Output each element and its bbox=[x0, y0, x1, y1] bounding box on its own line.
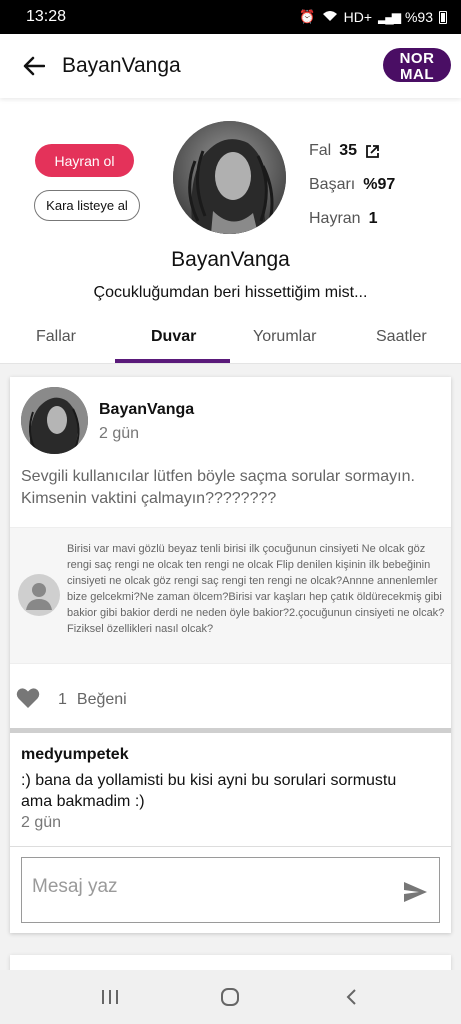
user-avatar-icon bbox=[18, 574, 60, 616]
home-icon bbox=[221, 988, 240, 1006]
like-label: Beğeni bbox=[76, 691, 127, 708]
post-time: 2 gün bbox=[99, 425, 140, 442]
stat-hayran-label: Hayran bbox=[309, 210, 361, 227]
recent-apps-icon bbox=[102, 990, 119, 1004]
active-tab-indicator bbox=[115, 359, 230, 363]
stat-hayran-value: 1 bbox=[368, 210, 378, 227]
stat-fal[interactable]: Fal 35 bbox=[309, 134, 395, 168]
comment-time: 2 gün bbox=[21, 814, 62, 831]
wifi-icon bbox=[322, 9, 338, 25]
tab-bar: Fallar Duvar Yorumlar Saatler bbox=[0, 312, 461, 364]
system-nav-bar bbox=[0, 970, 461, 1024]
message-input[interactable]: Mesaj yaz bbox=[21, 857, 440, 923]
recent-apps-button[interactable] bbox=[90, 977, 130, 1017]
question-text: Birisi var mavi gözlü beyaz tenli birisi… bbox=[67, 543, 445, 635]
app-bar: BayanVanga NOR MAL bbox=[0, 34, 461, 98]
back-button[interactable] bbox=[14, 46, 54, 86]
profile-bio[interactable]: Çocukluğumdan beri hissettiğim mist... bbox=[0, 284, 461, 302]
signal-icon: ▂▄▆ bbox=[378, 10, 401, 24]
comment-text: :) bana da yollamisti bu kisi ayni bu so… bbox=[21, 772, 397, 810]
message-placeholder: Mesaj yaz bbox=[32, 876, 118, 897]
follow-button[interactable]: Hayran ol bbox=[35, 144, 134, 177]
alarm-icon: ⏰ bbox=[299, 9, 316, 24]
profile-header: Hayran ol Kara listeye al Fal 35 Başarı … bbox=[0, 98, 461, 308]
post-avatar[interactable] bbox=[21, 387, 88, 454]
stat-basari-value: %97 bbox=[363, 176, 396, 193]
send-icon[interactable] bbox=[401, 878, 429, 906]
heart-icon[interactable] bbox=[16, 687, 40, 714]
stat-basari: Başarı %97 bbox=[309, 168, 395, 202]
page-title: BayanVanga bbox=[62, 54, 181, 77]
profile-stats: Fal 35 Başarı %97 Hayran 1 bbox=[309, 134, 395, 236]
status-bar: 13:28 ⏰ HD+ ▂▄▆ %93 bbox=[0, 0, 461, 34]
profile-name: BayanVanga bbox=[171, 248, 290, 271]
badge-line-2: MAL bbox=[400, 66, 434, 83]
tab-yorumlar[interactable]: Yorumlar bbox=[253, 328, 316, 346]
question-box: Birisi var mavi gözlü beyaz tenli birisi… bbox=[10, 527, 451, 664]
post-avatar-photo bbox=[21, 387, 88, 454]
battery-label: %93 bbox=[404, 9, 433, 25]
post-author[interactable]: BayanVanga bbox=[99, 401, 194, 419]
system-back-button[interactable] bbox=[331, 977, 371, 1017]
status-time: 13:28 bbox=[26, 8, 67, 25]
post-text: Sevgili kullanıcılar lütfen böyle saçma … bbox=[21, 468, 415, 507]
blacklist-button[interactable]: Kara listeye al bbox=[34, 190, 140, 221]
chevron-left-icon bbox=[346, 989, 356, 1005]
like-count: 1 bbox=[58, 691, 67, 708]
tab-saatler[interactable]: Saatler bbox=[376, 328, 427, 346]
tab-duvar[interactable]: Duvar bbox=[151, 328, 196, 346]
home-button[interactable] bbox=[210, 977, 250, 1017]
network-label: HD+ bbox=[343, 9, 372, 25]
status-badge[interactable]: NOR MAL bbox=[383, 48, 451, 82]
divider bbox=[10, 728, 451, 733]
avatar-photo bbox=[173, 121, 286, 234]
comment-author[interactable]: medyumpetek bbox=[21, 746, 129, 764]
battery-icon bbox=[439, 10, 447, 24]
stat-hayran: Hayran 1 bbox=[309, 202, 395, 236]
stat-fal-label: Fal bbox=[309, 142, 332, 159]
like-row: 1 Beğeni bbox=[16, 685, 127, 715]
divider bbox=[10, 846, 451, 847]
stat-fal-value: 35 bbox=[339, 142, 358, 159]
stat-basari-label: Başarı bbox=[309, 176, 356, 193]
avatar[interactable] bbox=[173, 121, 286, 234]
arrow-left-icon bbox=[23, 56, 45, 76]
tab-fallar[interactable]: Fallar bbox=[36, 328, 76, 346]
badge-line-1: NOR bbox=[399, 50, 435, 67]
wall-post-card: BayanVanga 2 gün Sevgili kullanıcılar lü… bbox=[10, 377, 451, 933]
open-external-icon[interactable] bbox=[365, 144, 380, 159]
status-icons: ⏰ HD+ ▂▄▆ %93 bbox=[299, 9, 447, 25]
